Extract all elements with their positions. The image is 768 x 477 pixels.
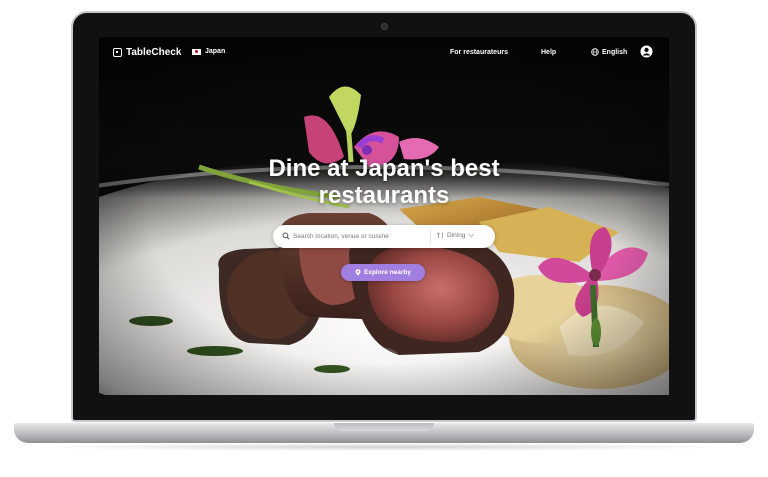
brand-logo[interactable]: TableCheck	[113, 47, 181, 58]
language-selector[interactable]: English	[591, 48, 627, 56]
dining-category-select[interactable]: Dining	[437, 232, 475, 239]
explore-nearby-button[interactable]: Explore nearby	[341, 264, 425, 281]
japan-flag-icon	[192, 48, 201, 55]
country-label: Japan	[205, 48, 226, 55]
brand-name: TableCheck	[126, 47, 182, 58]
laptop-shadow	[30, 443, 738, 451]
camera-icon	[381, 23, 388, 30]
search-icon	[282, 232, 290, 240]
search-bar: Dining	[273, 225, 495, 248]
user-icon[interactable]	[640, 45, 653, 58]
chevron-down-icon	[469, 234, 475, 238]
cutlery-icon	[437, 232, 444, 239]
top-nav: TableCheck Japan For restaurateurs Help …	[99, 37, 669, 69]
hero-headline-line2: restaurants	[318, 182, 450, 209]
location-pin-icon	[355, 269, 361, 276]
explore-nearby-label: Explore nearby	[364, 269, 411, 276]
search-divider	[430, 229, 431, 244]
help-link[interactable]: Help	[541, 49, 556, 56]
language-label: English	[602, 48, 628, 56]
tablecheck-logo-icon	[113, 48, 122, 57]
hero-headline-line1: Dine at Japan's best	[268, 155, 500, 182]
country-selector[interactable]: Japan	[192, 48, 225, 55]
hero-food-image	[99, 37, 669, 395]
for-restaurateurs-link[interactable]: For restaurateurs	[450, 49, 508, 56]
laptop-screen: TableCheck Japan For restaurateurs Help …	[99, 37, 669, 395]
laptop-notch	[334, 423, 434, 431]
search-input[interactable]	[293, 229, 425, 244]
hero-headline: Dine at Japan's best restaurants	[99, 155, 669, 209]
dining-category-label: Dining	[447, 232, 466, 239]
globe-icon	[591, 48, 599, 56]
